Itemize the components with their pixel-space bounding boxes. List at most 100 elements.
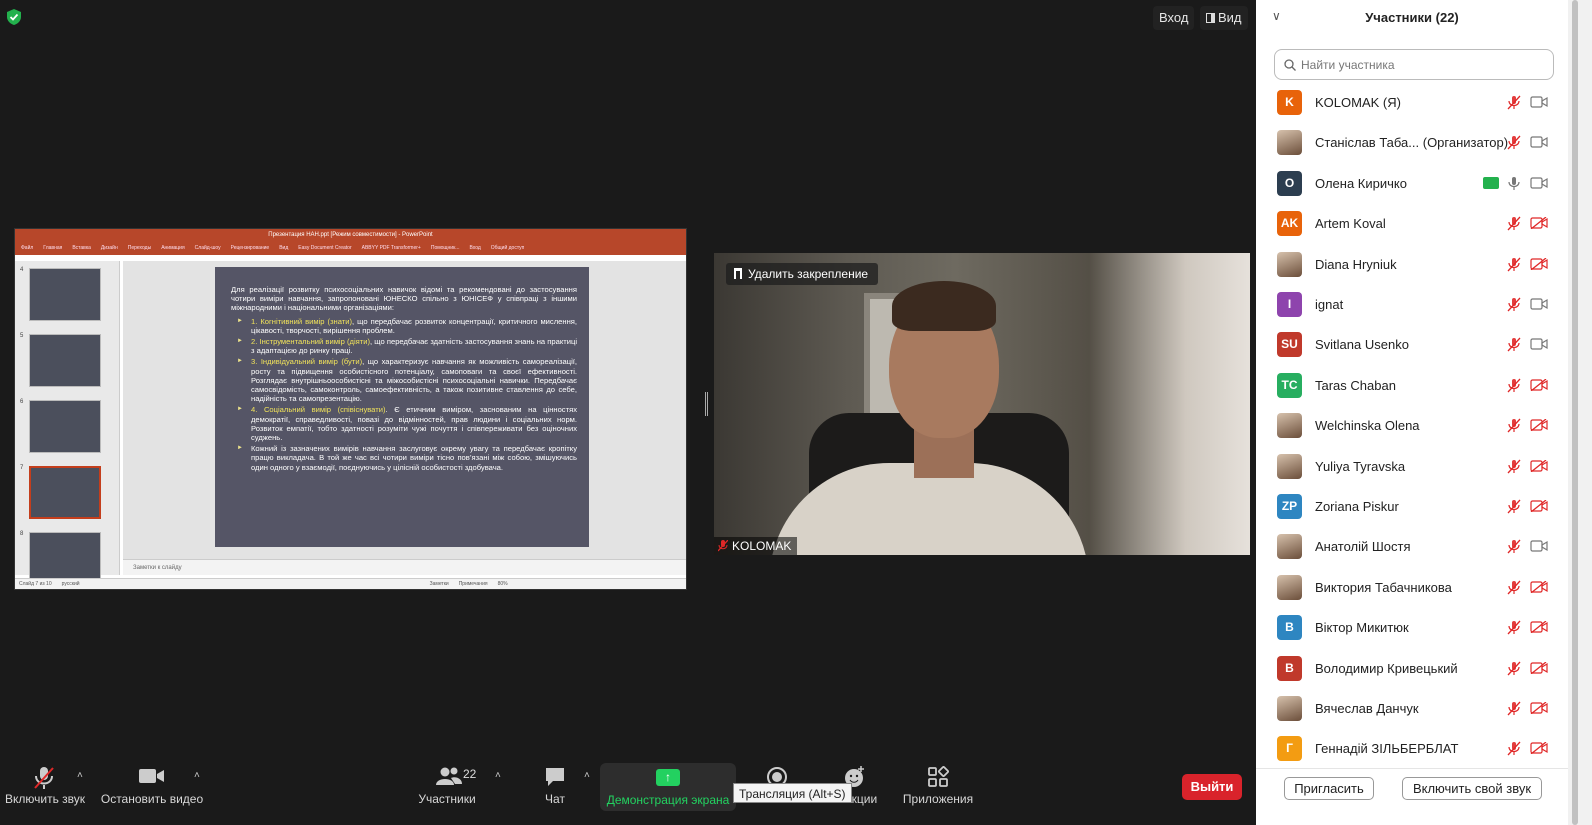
participant-row[interactable]: O Олена Киричко — [1256, 163, 1568, 203]
participant-row[interactable]: Станіслав Таба... (Организатор) — [1256, 122, 1568, 162]
avatar — [1277, 130, 1302, 156]
muted-mic-icon — [1507, 418, 1521, 433]
share-screen-button[interactable]: ↑ Демонстрация экрана — [600, 763, 736, 811]
avatar: TC — [1277, 372, 1302, 398]
slide-thumbnail[interactable] — [29, 400, 101, 453]
avatar — [1277, 251, 1302, 277]
ppt-ribbon-tab[interactable]: Вид — [279, 245, 288, 251]
thumb-number: 6 — [20, 399, 24, 405]
ppt-ribbon-tab[interactable]: ABBYY PDF Transformer+ — [362, 245, 421, 251]
participant-row[interactable]: Diana Hryniuk — [1256, 244, 1568, 284]
participant-row[interactable]: ZP Zoriana Piskur — [1256, 486, 1568, 526]
split-resize-handle[interactable] — [705, 392, 708, 416]
ppt-ribbon-tabs: Файл Главная Вставка Дизайн Переходы Анимация… — [15, 241, 686, 255]
muted-mic-icon — [1507, 337, 1521, 352]
ppt-ribbon-tab[interactable]: Анимация — [161, 245, 184, 251]
ppt-ribbon-tab[interactable]: Файл — [21, 245, 33, 251]
chat-options-chevron-icon[interactable]: ˄ — [584, 770, 590, 781]
participant-row[interactable]: Анатолій Шостя — [1256, 526, 1568, 566]
ppt-ribbon-tab[interactable]: Общий доступ — [491, 245, 525, 251]
ppt-ribbon-tab[interactable]: Помощник... — [431, 245, 460, 251]
avatar: В — [1277, 615, 1302, 641]
ppt-ribbon-tab[interactable]: Слайд-шоу — [195, 245, 221, 251]
ppt-ribbon-tab[interactable]: Easy Document Creator — [298, 245, 351, 251]
apps-button[interactable]: Приложения — [900, 762, 976, 822]
participant-row[interactable]: TC Taras Chaban — [1256, 365, 1568, 405]
participant-row[interactable]: SU Svitlana Usenko — [1256, 324, 1568, 364]
participant-list[interactable]: K KOLOMAK (Я) Станіслав Таба... (Организат… — [1256, 82, 1568, 762]
participant-row[interactable]: K KOLOMAK (Я) — [1256, 82, 1568, 122]
participant-name: Вячеслав Данчук — [1315, 701, 1419, 716]
thumb-number: 8 — [20, 531, 24, 537]
avatar: Г — [1277, 736, 1302, 762]
camera-icon — [1530, 96, 1548, 108]
camera-off-icon — [1530, 500, 1548, 512]
muted-mic-icon — [1507, 539, 1521, 554]
slide-bullet-highlight: 1. Когнітивний вимір (знати) — [251, 316, 353, 326]
view-button[interactable]: Вид — [1200, 6, 1248, 30]
slide-bullet: 2. Інструментальний вимір (діяти), що пе… — [231, 337, 577, 355]
shared-screen[interactable]: Презентация НАН.ppt [Режим совместимости… — [14, 228, 687, 590]
camera-icon — [139, 769, 164, 783]
audio-options-chevron-icon[interactable]: ˄ — [77, 770, 83, 781]
slide-bullet: 1. Когнітивний вимір (знати), що передба… — [231, 317, 577, 335]
participant-search-input[interactable]: Найти участника — [1274, 49, 1554, 80]
participant-row[interactable]: Iignat — [1256, 284, 1568, 324]
panel-scrollbar-thumb[interactable] — [1572, 0, 1578, 825]
leave-button[interactable]: Выйти — [1182, 774, 1242, 800]
participant-row[interactable]: В Володимир Кривецький — [1256, 648, 1568, 688]
participants-button[interactable]: 22 Участники — [412, 762, 482, 822]
ppt-ribbon-tab[interactable]: Главная — [43, 245, 62, 251]
participant-row[interactable]: Виктория Табачникова — [1256, 567, 1568, 607]
muted-mic-icon — [1507, 661, 1521, 676]
enter-button[interactable]: Вход — [1153, 6, 1195, 30]
participant-row[interactable]: В Віктор Микитюк — [1256, 607, 1568, 647]
participant-row[interactable]: AK Artem Koval — [1256, 203, 1568, 243]
ppt-ribbon-tab[interactable]: Дизайн — [101, 245, 118, 251]
muted-mic-icon — [1507, 378, 1521, 393]
muted-mic-icon — [1507, 257, 1521, 272]
ppt-ribbon-tab[interactable]: Вход — [469, 245, 480, 251]
participant-name: Zoriana Piskur — [1315, 499, 1399, 514]
ppt-titlebar: Презентация НАН.ppt [Режим совместимости… — [15, 229, 686, 241]
participant-row[interactable]: Yuliya Tyravska — [1256, 446, 1568, 486]
slide-bullet: Кожний із зазначених вимірів навчання за… — [231, 444, 577, 472]
unmute-self-button[interactable]: Включить свой звук — [1402, 777, 1542, 800]
avatar: AK — [1277, 211, 1302, 237]
participant-row[interactable]: Вячеслав Данчук — [1256, 688, 1568, 728]
invite-button[interactable]: Пригласить — [1284, 777, 1374, 800]
muted-mic-icon — [1507, 135, 1521, 150]
ppt-ribbon-tab[interactable]: Рецензирование — [231, 245, 270, 251]
pin-icon — [734, 268, 742, 279]
participant-name: Yuliya Tyravska — [1315, 458, 1406, 474]
camera-off-icon — [1530, 661, 1548, 674]
avatar: K — [1277, 90, 1302, 115]
avatar: SU — [1277, 332, 1302, 358]
ppt-status-item: Заметки — [429, 581, 449, 587]
participant-row[interactable]: Г Геннадій ЗІЛЬБЕРБЛАТ — [1256, 728, 1568, 762]
apps-icon — [928, 766, 949, 787]
slide-thumbnail[interactable] — [29, 466, 101, 519]
muted-mic-icon — [1507, 216, 1521, 231]
participants-options-chevron-icon[interactable]: ˄ — [495, 770, 501, 781]
ppt-status-item: Слайд 7 из 10 — [19, 581, 52, 587]
slide-thumbnail[interactable] — [29, 268, 101, 321]
avatar — [1277, 453, 1302, 479]
participant-name: ignat — [1315, 297, 1344, 312]
security-shield-icon[interactable] — [6, 8, 22, 26]
pinned-video-tile[interactable]: Удалить закрепление KOLOMAK — [714, 253, 1250, 555]
broadcast-tooltip: Трансляция (Alt+S) — [733, 783, 852, 803]
camera-off-icon — [1530, 257, 1548, 270]
muted-mic-icon — [718, 540, 728, 552]
muted-mic-icon — [1507, 459, 1521, 474]
chat-button[interactable]: Чат — [530, 762, 580, 822]
unpin-button[interactable]: Удалить закрепление — [726, 263, 879, 285]
video-options-chevron-icon[interactable]: ˄ — [194, 770, 200, 781]
ppt-ribbon-tab[interactable]: Вставка — [72, 245, 91, 251]
slide-thumbnail[interactable] — [29, 334, 101, 387]
stop-video-button[interactable]: Остановить видео — [98, 762, 206, 822]
ppt-ribbon-tab[interactable]: Переходы — [128, 245, 151, 251]
participant-row[interactable]: Welchinska Olena — [1256, 405, 1568, 445]
participant-name: Taras Chaban — [1315, 377, 1396, 393]
participant-name: Diana Hryniuk — [1315, 256, 1397, 272]
